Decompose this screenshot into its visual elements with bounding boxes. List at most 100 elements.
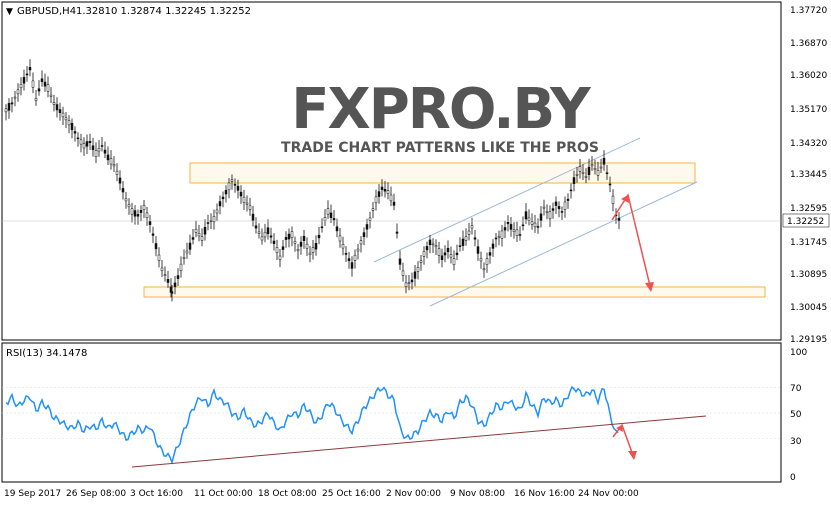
candle	[413, 265, 417, 287]
time-axis-label: 24 Nov 00:00	[578, 489, 639, 499]
rsi-panel-border	[1, 342, 782, 483]
rsi-series	[2, 385, 781, 465]
support-zone	[143, 286, 766, 298]
rsi-level-label: 70	[790, 384, 802, 394]
candle	[395, 223, 399, 239]
chart-window: FXPRO.BY TRADE CHART PATTERNS LIKE THE P…	[0, 0, 831, 504]
candle	[293, 236, 297, 252]
candle	[458, 237, 462, 252]
candle	[398, 250, 402, 271]
candle	[284, 231, 288, 248]
candle	[428, 234, 432, 254]
candle	[79, 133, 83, 153]
candle	[308, 245, 312, 263]
candle	[67, 115, 71, 134]
candle	[467, 222, 471, 241]
candle	[329, 204, 333, 223]
candle	[332, 210, 336, 226]
resistance-zone	[189, 162, 696, 184]
candle	[521, 216, 525, 231]
candle	[82, 137, 86, 156]
time-axis-label: 11 Oct 00:00	[194, 489, 253, 499]
candle	[554, 196, 558, 214]
candle	[43, 73, 47, 92]
price-axis-label: 1.30895	[790, 270, 827, 280]
current-price-label: 1.32252	[787, 217, 824, 227]
candle	[320, 218, 324, 233]
candle	[500, 224, 504, 247]
candle	[494, 233, 498, 248]
candle	[422, 246, 426, 265]
candle	[566, 193, 570, 209]
candle	[335, 218, 339, 238]
chart-header: ▼ GBPUSD,H4 1.32810 1.32874 1.32245 1.32…	[6, 6, 251, 17]
rsi-level-label: 50	[790, 410, 802, 420]
candle	[347, 251, 351, 269]
candle	[365, 218, 369, 238]
candle	[359, 236, 363, 253]
candle	[112, 156, 116, 172]
header-arrow-icon: ▼	[6, 7, 13, 17]
candle	[191, 229, 195, 245]
candle	[287, 228, 291, 248]
candle	[341, 236, 345, 256]
candle	[25, 66, 29, 82]
time-axis: 19 Sep 2017 26 Sep 08:00 3 Oct 16:00 11 …	[4, 489, 639, 499]
candle	[52, 94, 56, 112]
forecast-arrow-price	[611, 193, 654, 292]
candle	[115, 163, 119, 182]
candle	[142, 199, 146, 219]
candle	[58, 102, 62, 121]
candle	[503, 220, 507, 239]
candle	[88, 133, 92, 151]
candle	[518, 226, 522, 241]
candle	[124, 191, 128, 209]
time-axis-label: 18 Oct 08:00	[258, 489, 317, 499]
candle	[311, 240, 315, 260]
candle	[224, 185, 228, 203]
candle	[28, 59, 32, 77]
time-axis-label: 9 Nov 08:00	[450, 489, 505, 499]
rsi-level-label: 30	[790, 437, 802, 447]
candle	[302, 229, 306, 249]
candle	[7, 98, 11, 119]
candle	[215, 203, 219, 221]
candle	[97, 140, 101, 157]
candle	[548, 205, 552, 227]
candle	[197, 224, 201, 242]
candle	[539, 206, 543, 228]
rsi-trendline	[131, 415, 707, 468]
candle	[206, 214, 210, 231]
candle	[545, 204, 549, 220]
candle	[179, 256, 183, 278]
candle	[106, 146, 110, 165]
candle	[509, 216, 513, 237]
candle	[70, 118, 74, 139]
candle	[49, 87, 53, 103]
chart-canvas[interactable]: FXPRO.BY TRADE CHART PATTERNS LIKE THE P…	[0, 0, 831, 504]
candle	[188, 234, 192, 255]
price-axis-label: 1.33445	[790, 170, 827, 180]
candle	[440, 248, 444, 268]
candle	[512, 222, 516, 239]
candle	[464, 228, 468, 246]
candle	[13, 90, 17, 107]
symbol-label: GBPUSD,H4	[17, 6, 76, 17]
candle	[139, 205, 143, 222]
candle	[4, 104, 8, 121]
candle	[200, 228, 204, 247]
candle	[121, 181, 125, 200]
price-axis-label: 1.32595	[790, 204, 827, 214]
candle	[434, 239, 438, 256]
candle	[431, 238, 435, 253]
candle	[118, 170, 122, 191]
candle	[482, 262, 486, 278]
price-axis-label: 1.30045	[790, 303, 827, 313]
candle	[151, 226, 155, 244]
candle	[154, 236, 158, 257]
candle	[257, 223, 261, 239]
candle	[416, 261, 420, 280]
price-axis-label: 1.29195	[790, 335, 827, 345]
candle	[374, 189, 378, 211]
candle	[551, 202, 555, 219]
